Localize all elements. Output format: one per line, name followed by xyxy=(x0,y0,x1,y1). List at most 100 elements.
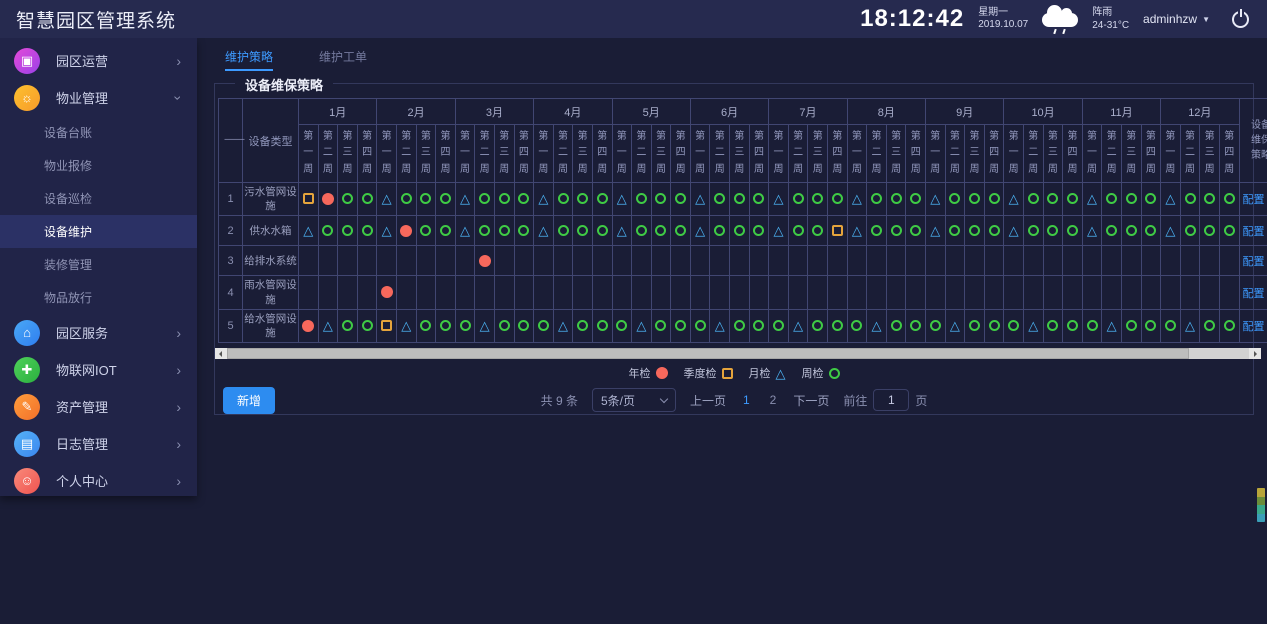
sidebar-item-property-repair[interactable]: 物业报修 xyxy=(0,149,197,182)
tab-maintenance-strategy[interactable]: 维护策略 xyxy=(225,48,273,71)
weekly-circle-icon xyxy=(342,225,353,236)
sidebar-item-park-service[interactable]: ⌂ 园区服务 › xyxy=(0,314,197,351)
sidebar-item-decoration-management[interactable]: 装修管理 xyxy=(0,248,197,281)
sidebar-item-goods-release[interactable]: 物品放行 xyxy=(0,281,197,314)
weekly-circle-icon xyxy=(499,193,510,204)
plan-cell xyxy=(1219,309,1239,342)
weekly-circle-icon xyxy=(577,225,588,236)
weekly-circle-icon xyxy=(577,320,588,331)
plan-cell xyxy=(1121,276,1141,309)
plan-cell: △ xyxy=(553,309,573,342)
horizontal-scrollbar[interactable] xyxy=(215,348,1261,359)
tab-maintenance-workorder[interactable]: 维护工单 xyxy=(319,48,367,71)
plan-cell xyxy=(494,246,514,276)
plan-cell xyxy=(945,246,965,276)
configure-link[interactable]: 配置 xyxy=(1240,191,1267,207)
month-header-10: 10月 xyxy=(1004,99,1082,125)
month-header-8: 8月 xyxy=(847,99,925,125)
weekly-circle-icon xyxy=(401,193,412,204)
monthly-triangle-icon: △ xyxy=(950,319,960,332)
plan-cell xyxy=(475,216,495,246)
sidebar-item-device-inspection[interactable]: 设备巡检 xyxy=(0,182,197,215)
quarterly-square-icon xyxy=(832,225,843,236)
weekly-circle-icon xyxy=(695,320,706,331)
sidebar-item-device-maintenance[interactable]: 设备维护 xyxy=(0,215,197,248)
monthly-triangle-icon: △ xyxy=(617,192,627,205)
prev-page-button[interactable]: 上一页 xyxy=(690,392,726,409)
weekly-circle-icon xyxy=(1185,193,1196,204)
plan-cell xyxy=(338,309,358,342)
configure-link[interactable]: 配置 xyxy=(1240,285,1267,301)
plan-cell xyxy=(690,276,710,309)
weekly-circle-icon xyxy=(420,193,431,204)
configure-link[interactable]: 配置 xyxy=(1240,253,1267,269)
weekly-circle-icon xyxy=(597,320,608,331)
table-row: 5给水管网设施△△△△△△△△△△△△配置 xyxy=(219,309,1267,342)
equipment-type: 给水管网设施 xyxy=(243,309,299,342)
weekly-circle-icon xyxy=(753,193,764,204)
chevron-right-icon: › xyxy=(176,400,181,414)
plan-cell xyxy=(730,246,750,276)
scroll-left-button[interactable] xyxy=(215,348,227,359)
weekly-circle-icon xyxy=(910,320,921,331)
page-number-1[interactable]: 1 xyxy=(740,393,753,407)
plan-cell: △ xyxy=(1023,309,1043,342)
user-menu[interactable]: adminhzw ▼ xyxy=(1143,12,1210,26)
scroll-right-button[interactable] xyxy=(1249,348,1261,359)
plan-cell xyxy=(749,216,769,246)
plan-cell: △ xyxy=(632,309,652,342)
weekly-circle-icon xyxy=(440,320,451,331)
configure-link[interactable]: 配置 xyxy=(1240,318,1267,334)
sidebar-item-device-ledger[interactable]: 设备台账 xyxy=(0,116,197,149)
plan-cell xyxy=(906,216,926,246)
sidebar-item-personal-center[interactable]: ☺ 个人中心 › xyxy=(0,462,197,499)
weather-desc: 阵雨 xyxy=(1092,6,1129,19)
plan-cell xyxy=(926,246,946,276)
week-header: 第二周 xyxy=(318,125,338,183)
plan-cell xyxy=(867,246,887,276)
row-index: 3 xyxy=(219,246,243,276)
goto-page-input[interactable] xyxy=(873,389,909,411)
sidebar-item-asset-management[interactable]: ✎ 资产管理 › xyxy=(0,388,197,425)
configure-link[interactable]: 配置 xyxy=(1240,223,1267,239)
config-cell: 配置 xyxy=(1239,246,1267,276)
plan-cell xyxy=(867,276,887,309)
plan-cell xyxy=(1004,276,1024,309)
power-icon[interactable] xyxy=(1232,11,1249,28)
plan-cell xyxy=(592,216,612,246)
plan-cell xyxy=(592,309,612,342)
page-number-2[interactable]: 2 xyxy=(767,393,780,407)
monthly-triangle-icon: △ xyxy=(382,192,392,205)
plan-cell xyxy=(318,216,338,246)
scrollbar-thumb[interactable] xyxy=(227,348,1189,359)
scrollbar-track[interactable] xyxy=(1189,348,1249,359)
weekly-circle-icon xyxy=(420,225,431,236)
plan-cell xyxy=(1023,246,1043,276)
weekly-circle-icon xyxy=(1067,320,1078,331)
sidebar-item-iot[interactable]: ✚ 物联网IOT › xyxy=(0,351,197,388)
weekly-circle-icon xyxy=(989,225,1000,236)
weekly-circle-icon xyxy=(910,225,921,236)
week-header: 第四周 xyxy=(828,125,848,183)
monthly-triangle-icon: △ xyxy=(460,224,470,237)
week-header: 第二周 xyxy=(710,125,730,183)
page-size-select[interactable]: 5条/页 xyxy=(592,388,676,412)
plan-cell xyxy=(886,216,906,246)
sidebar-item-log-management[interactable]: ▤ 日志管理 › xyxy=(0,425,197,462)
week-header: 第二周 xyxy=(945,125,965,183)
week-header: 第一周 xyxy=(847,125,867,183)
week-header: 第一周 xyxy=(769,125,789,183)
weekly-circle-icon xyxy=(969,320,980,331)
plan-cell xyxy=(965,246,985,276)
plan-cell xyxy=(808,183,828,216)
plan-cell xyxy=(651,246,671,276)
sidebar-item-property-management[interactable]: ☼ 物业管理 › xyxy=(0,79,197,116)
plan-cell xyxy=(514,246,534,276)
plan-cell xyxy=(1063,309,1083,342)
sidebar-item-park-operation[interactable]: ▣ 园区运营 › xyxy=(0,42,197,79)
plan-cell xyxy=(318,183,338,216)
weekly-circle-icon xyxy=(1047,320,1058,331)
plan-cell xyxy=(416,216,436,246)
next-page-button[interactable]: 下一页 xyxy=(793,392,829,409)
plan-cell xyxy=(769,309,789,342)
